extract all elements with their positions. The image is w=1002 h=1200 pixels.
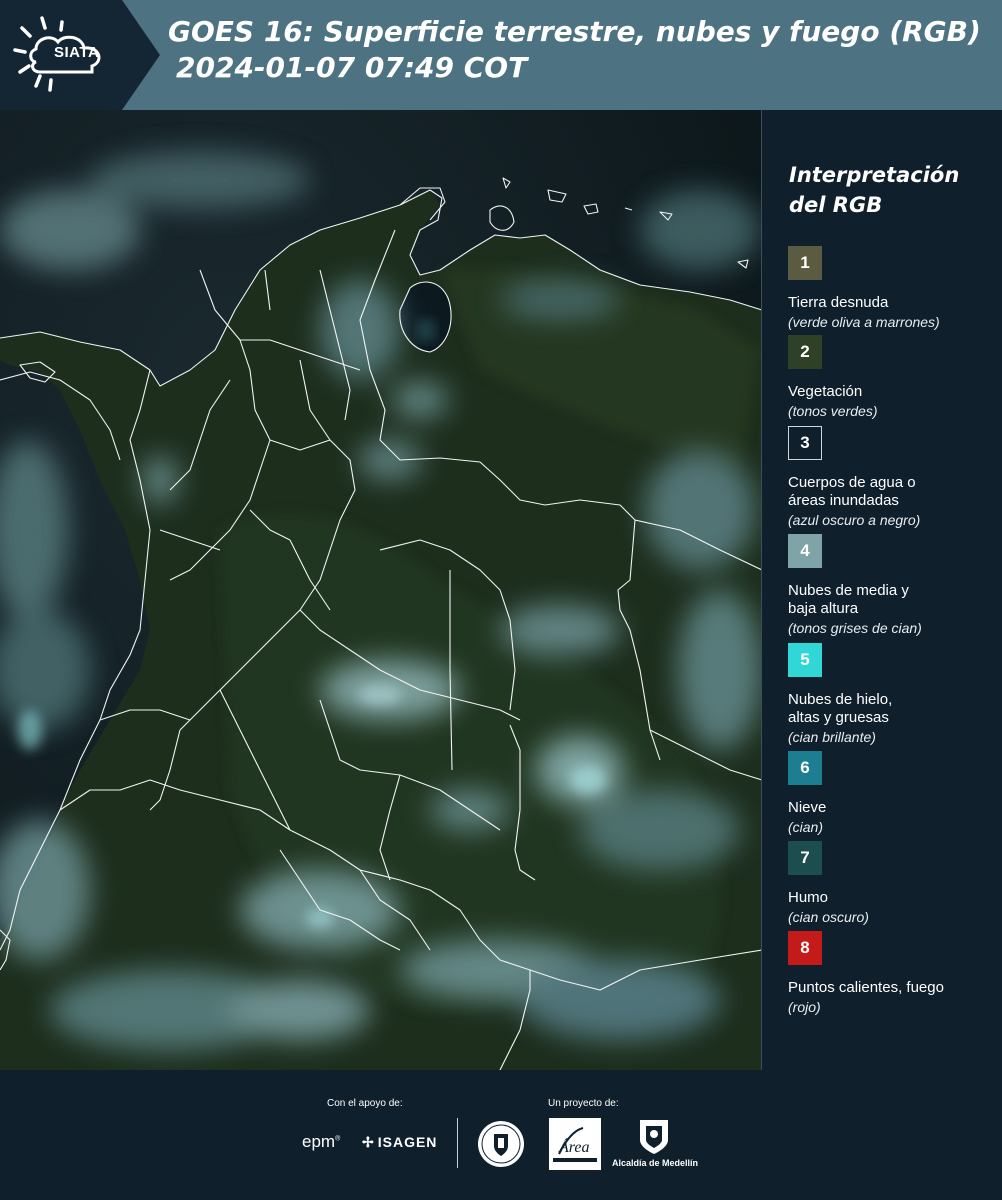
legend-swatch-2: 2 — [788, 335, 822, 369]
legend-item-desc: (cian) — [788, 819, 824, 835]
legend-item-name: Humo — [788, 889, 829, 906]
legend-item-name: Nubes de media y baja altura — [788, 582, 909, 617]
footer: Con el apoyo de: Un proyecto de: epm® ✢ I… — [0, 1070, 1002, 1200]
satellite-map[interactable] — [0, 110, 762, 1070]
isagen-mark-icon: ✢ — [362, 1134, 375, 1150]
legend-item-name: Vegetación — [788, 383, 863, 400]
alcaldia-shield-icon — [640, 1120, 668, 1154]
epm-logo-text: epm — [302, 1132, 336, 1151]
footer-divider — [457, 1118, 458, 1168]
legend-item-name: Tierra desnuda — [788, 294, 889, 311]
area-logo-text: Área — [558, 1137, 590, 1156]
title-timestamp: 2024-01-07 07:49 COT — [176, 51, 528, 84]
siata-logo: SIATA — [0, 0, 160, 110]
legend-swatch-5: 5 — [788, 643, 822, 677]
legend-item-name: Cuerpos de agua o áreas inundadas — [788, 474, 916, 509]
legend-swatch-8: 8 — [788, 931, 822, 965]
legend-item-mid-low-clouds: 4 Nubes de media y baja altura (tonos gr… — [788, 534, 1000, 638]
legend-item-desc: (rojo) — [788, 999, 821, 1015]
epm-logo: epm® — [302, 1132, 341, 1151]
legend-item-snow: 6 Nieve (cian) — [788, 751, 1000, 837]
legend-item-desc: (azul oscuro a negro) — [788, 512, 921, 528]
isagen-logo-text: ISAGEN — [377, 1134, 438, 1150]
isagen-logo: ✢ ISAGEN — [362, 1134, 437, 1151]
legend-item-desc: (tonos verdes) — [788, 403, 878, 419]
support-label: Con el apoyo de: — [327, 1098, 403, 1109]
legend-item-name: Puntos calientes, fuego — [788, 979, 944, 996]
legend-swatch-4: 4 — [788, 534, 822, 568]
legend-item-bare-soil: 1 Tierra desnuda (verde oliva a marrones… — [788, 246, 1000, 332]
legend-item-name: Nieve — [788, 799, 827, 816]
legend-swatch-7: 7 — [788, 841, 822, 875]
area-metropolitana-logo: Área — [549, 1118, 601, 1170]
project-label: Un proyecto de: — [548, 1098, 619, 1109]
page-title: GOES 16: Superficie terrestre, nubes y f… — [168, 14, 998, 86]
legend-item-vegetation: 2 Vegetación (tonos verdes) — [788, 335, 1000, 421]
legend-item-desc: (cian brillante) — [788, 729, 876, 745]
alcaldia-label: Alcaldía de Medellín — [612, 1158, 699, 1168]
legend-item-fire: 8 Puntos calientes, fuego (rojo) — [788, 931, 1000, 1017]
legend-panel: Interpretación del RGB 1 Tierra desnuda … — [762, 110, 1002, 1070]
legend-title: Interpretación del RGB — [789, 163, 960, 217]
siata-logo-text: SIATA — [54, 44, 100, 61]
legend-swatch-6: 6 — [788, 751, 822, 785]
map-canvas — [0, 110, 761, 1070]
legend-item-desc: (verde oliva a marrones) — [788, 314, 940, 330]
legend-item-desc: (tonos grises de cian) — [788, 620, 922, 636]
seal-icon — [478, 1121, 524, 1167]
legend-swatch-1: 1 — [788, 246, 822, 280]
legend-item-ice-clouds: 5 Nubes de hielo, altas y gruesas (cian … — [788, 643, 1000, 747]
legend-item-desc: (cian oscuro) — [788, 909, 869, 925]
legend-swatch-3: 3 — [788, 426, 822, 460]
legend-item-smoke: 7 Humo (cian oscuro) — [788, 841, 1000, 927]
header-bar: SIATA GOES 16: Superficie terrestre, nub… — [0, 0, 1002, 110]
title-main: GOES 16: Superficie terrestre, nubes y f… — [168, 15, 981, 48]
legend-item-water: 3 Cuerpos de agua o áreas inundadas (azu… — [788, 426, 1000, 530]
legend-item-name: Nubes de hielo, altas y gruesas — [788, 691, 893, 726]
